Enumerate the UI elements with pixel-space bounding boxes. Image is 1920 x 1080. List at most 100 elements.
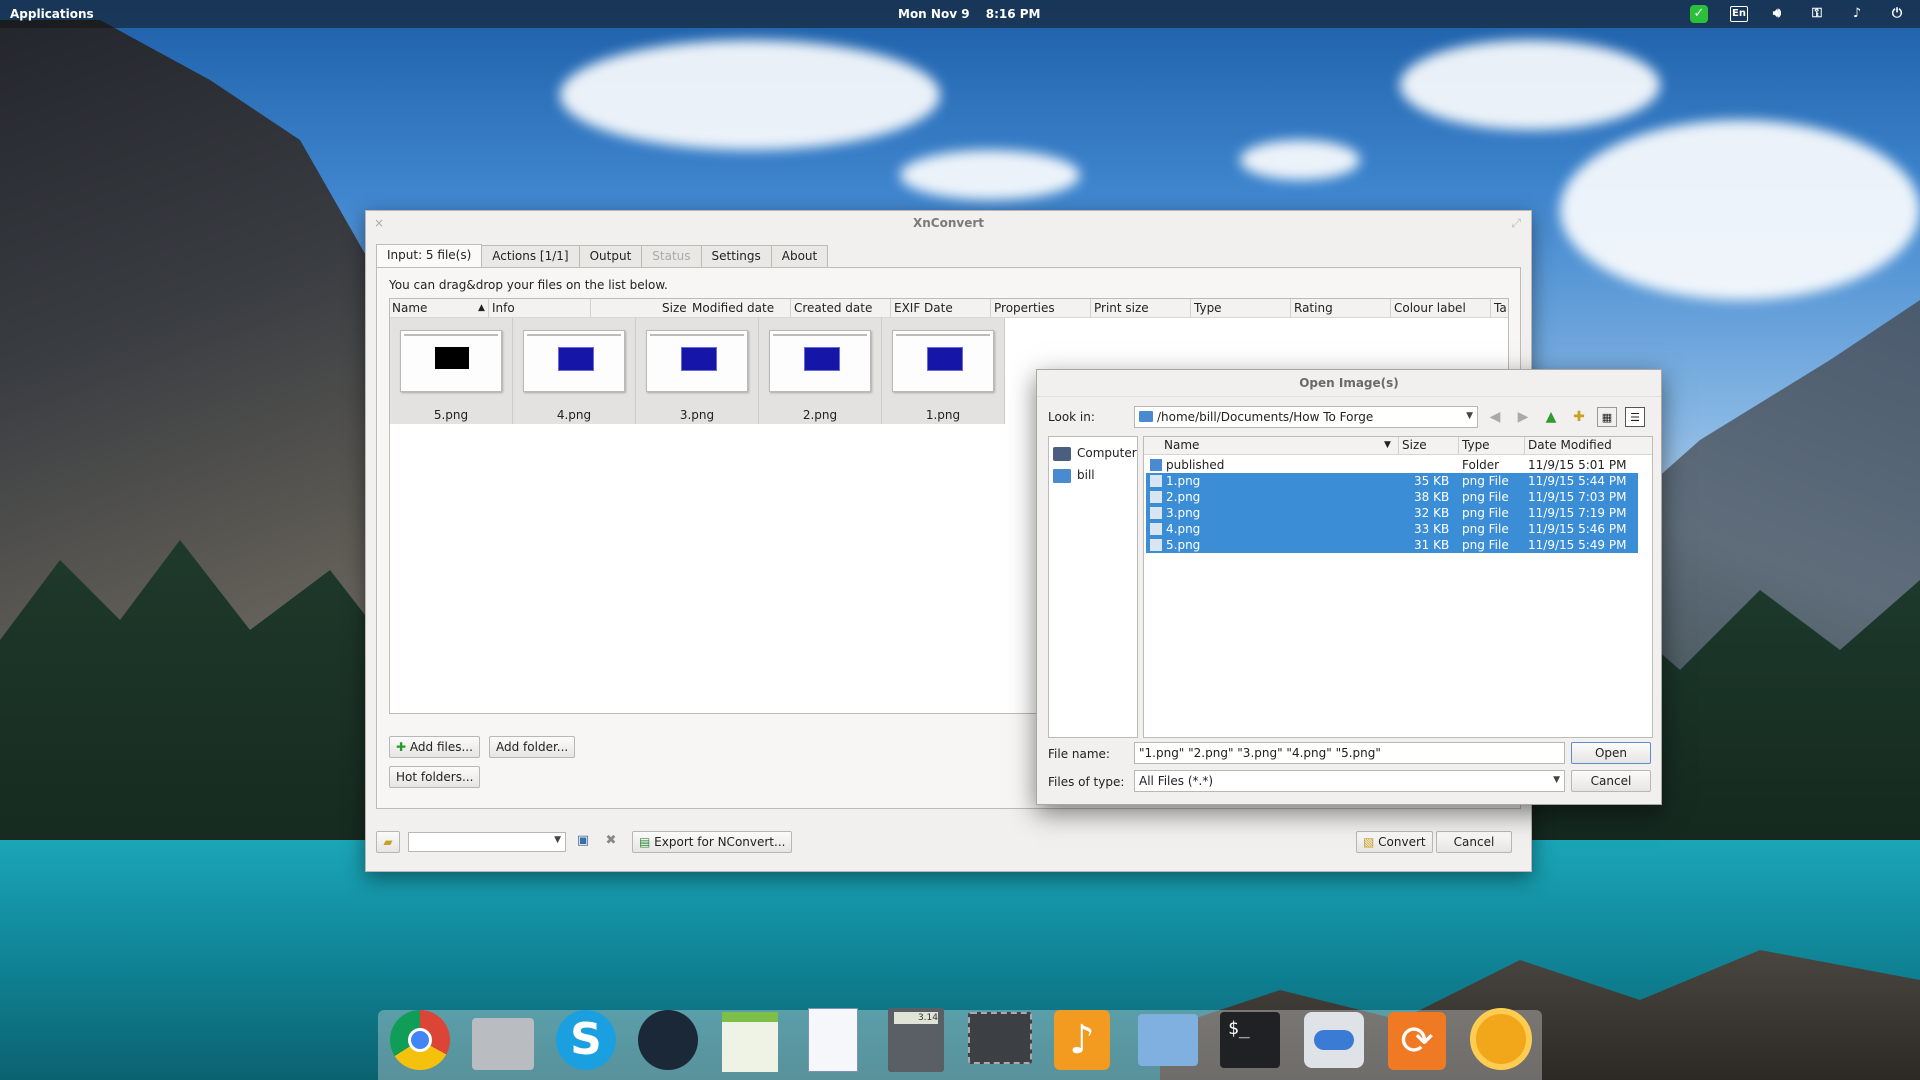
sidebar-item-computer[interactable]: Computer <box>1053 443 1137 463</box>
cancel-button[interactable]: Cancel <box>1436 831 1512 853</box>
tab-about[interactable]: About <box>770 245 829 267</box>
applications-menu[interactable]: Applications <box>10 7 94 21</box>
terminal-icon[interactable]: $_ <box>1220 1012 1280 1068</box>
column-modified-date[interactable]: Modified date <box>692 301 774 315</box>
column-info[interactable]: Info <box>492 301 515 315</box>
thumbnail-item[interactable]: 4.png <box>513 318 636 424</box>
thumbnail-label: 2.png <box>802 408 838 422</box>
open-images-dialog: Open Image(s) Look in: /home/bill/Docume… <box>1036 369 1662 805</box>
thumbnail-item[interactable]: 3.png <box>636 318 759 424</box>
hot-folders-button[interactable]: Hot folders... <box>389 766 481 788</box>
delete-icon[interactable]: ✖ <box>602 832 620 850</box>
power-icon[interactable]: ⏻ <box>1888 5 1906 23</box>
column-colour-label[interactable]: Colour label <box>1394 301 1466 315</box>
column-size[interactable]: Size <box>1402 438 1427 452</box>
parent-directory-icon[interactable]: ▲ <box>1541 407 1561 427</box>
sync-icon[interactable]: ⟳ <box>1388 1012 1446 1070</box>
dialog-title[interactable]: Open Image(s) <box>1037 370 1661 397</box>
music-player-icon[interactable]: ♪ <box>1054 1010 1110 1070</box>
update-check-icon[interactable]: ✓ <box>1690 5 1708 23</box>
thumbnail-item[interactable]: 5.png <box>390 318 513 424</box>
convert-icon: ▧ <box>1363 835 1375 849</box>
folder-icon <box>1053 468 1071 483</box>
file-type: png File <box>1462 474 1509 488</box>
back-icon[interactable]: ◀ <box>1485 407 1505 427</box>
open-button[interactable]: Open <box>1571 742 1651 764</box>
column-type[interactable]: Type <box>1194 301 1222 315</box>
steam-icon[interactable] <box>638 1010 698 1070</box>
save-icon[interactable]: ▣ <box>574 832 592 850</box>
file-browser[interactable]: Name ▼ Size Type Date Modified published… <box>1143 436 1653 738</box>
tab-output[interactable]: Output <box>578 245 643 267</box>
volume-icon[interactable]: 🔊︎ <box>1768 5 1786 23</box>
open-folder-icon[interactable]: ▰ <box>376 831 400 853</box>
column-size[interactable]: Size <box>662 301 687 315</box>
column-properties[interactable]: Properties <box>994 301 1055 315</box>
file-manager-icon[interactable] <box>472 1018 534 1070</box>
spreadsheet-icon[interactable] <box>722 1012 778 1072</box>
export-label: Export for NConvert... <box>654 835 786 849</box>
file-row[interactable]: 1.png 35 KB png File 11/9/15 5:44 PM <box>1146 473 1638 489</box>
folder-icon <box>1150 459 1162 471</box>
add-files-button[interactable]: ✚ Add files... <box>389 736 480 758</box>
file-row[interactable]: 3.png 32 KB png File 11/9/15 7:19 PM <box>1146 505 1638 521</box>
export-nconvert-button[interactable]: ▤ Export for NConvert... <box>632 831 793 853</box>
file-row[interactable]: 5.png 31 KB png File 11/9/15 5:49 PM <box>1146 537 1638 553</box>
clock[interactable]: Mon Nov 9 8:16 PM <box>898 7 1053 21</box>
dock <box>378 1010 1542 1080</box>
look-in-label: Look in: <box>1048 410 1095 424</box>
file-row[interactable]: 2.png 38 KB png File 11/9/15 7:03 PM <box>1146 489 1638 505</box>
thumbnail-image <box>646 330 748 392</box>
tab-settings[interactable]: Settings <box>700 245 772 267</box>
convert-button[interactable]: ▧ Convert <box>1356 831 1433 853</box>
calculator-icon[interactable]: 3.14 <box>888 1008 944 1072</box>
settings-toggle-icon[interactable] <box>1304 1012 1364 1068</box>
file-name-input[interactable]: "1.png" "2.png" "3.png" "4.png" "5.png" <box>1134 742 1565 764</box>
skype-icon[interactable]: S <box>556 1010 616 1070</box>
chevron-down-icon: ▼ <box>554 835 561 845</box>
preset-select[interactable]: ▼ <box>408 832 566 852</box>
screenshot-tool-icon[interactable] <box>968 1012 1032 1064</box>
files-of-type-select[interactable]: All Files (*.*) ▼ <box>1134 770 1565 792</box>
keyboard-layout-indicator[interactable]: En <box>1730 6 1748 22</box>
dialog-cancel-button[interactable]: Cancel <box>1571 770 1651 792</box>
column-tags[interactable]: Ta <box>1494 301 1507 315</box>
add-folder-button[interactable]: Add folder... <box>489 736 576 758</box>
forward-icon[interactable]: ▶ <box>1513 407 1533 427</box>
column-name[interactable]: Name <box>392 301 427 315</box>
column-name[interactable]: Name <box>1164 438 1199 452</box>
photo-manager-icon[interactable] <box>1138 1014 1198 1066</box>
tab-actions[interactable]: Actions [1/1] <box>481 245 580 267</box>
notification-bell-icon[interactable]: ♪ <box>1848 5 1866 23</box>
file-row[interactable]: 4.png 33 KB png File 11/9/15 5:46 PM <box>1146 521 1638 537</box>
tab-input[interactable]: Input: 5 file(s) <box>376 244 483 269</box>
close-icon[interactable]: × <box>374 211 384 235</box>
sidebar-item-label: Computer <box>1077 446 1137 460</box>
maximize-icon[interactable]: ⤢ <box>1511 211 1521 235</box>
icon-view-icon[interactable]: ▦ <box>1597 407 1617 427</box>
file-name: 1.png <box>1166 474 1201 488</box>
image-viewer-icon[interactable] <box>808 1008 858 1072</box>
thumbnail-item[interactable]: 2.png <box>759 318 882 424</box>
thumbnail-item[interactable]: 1.png <box>882 318 1005 424</box>
xnconvert-dock-icon[interactable] <box>1470 1008 1532 1070</box>
look-in-select[interactable]: /home/bill/Documents/How To Forge ▼ <box>1134 406 1478 428</box>
new-folder-icon[interactable]: ✚ <box>1569 407 1589 427</box>
network-icon[interactable]: ⚿ <box>1808 5 1826 23</box>
sidebar-item-bill[interactable]: bill <box>1053 465 1095 485</box>
column-print-size[interactable]: Print size <box>1094 301 1149 315</box>
column-created-date[interactable]: Created date <box>794 301 872 315</box>
column-exif-date[interactable]: EXIF Date <box>894 301 953 315</box>
file-date: 11/9/15 5:46 PM <box>1528 522 1627 536</box>
file-type: png File <box>1462 506 1509 520</box>
column-date-modified[interactable]: Date Modified <box>1528 438 1612 452</box>
file-row[interactable]: published Folder 11/9/15 5:01 PM <box>1146 457 1638 473</box>
column-rating[interactable]: Rating <box>1294 301 1333 315</box>
files-of-type-value: All Files (*.*) <box>1139 774 1214 788</box>
window-titlebar[interactable]: × XnConvert ⤢ <box>366 211 1531 235</box>
detail-view-icon[interactable]: ☰ <box>1625 407 1645 427</box>
file-size: 32 KB <box>1414 506 1450 520</box>
column-type[interactable]: Type <box>1462 438 1490 452</box>
chrome-icon[interactable] <box>390 1010 450 1070</box>
chevron-down-icon: ▼ <box>1466 411 1473 421</box>
